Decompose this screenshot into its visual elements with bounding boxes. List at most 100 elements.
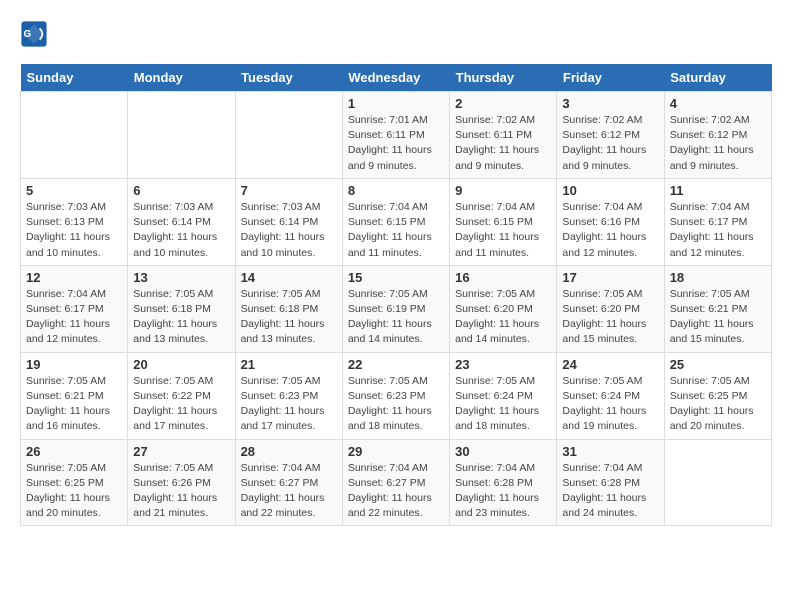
day-detail: Sunrise: 7:03 AMSunset: 6:14 PMDaylight:… <box>241 200 337 261</box>
day-number: 5 <box>26 183 122 198</box>
calendar-cell: 10 Sunrise: 7:04 AMSunset: 6:16 PMDayligh… <box>557 178 664 265</box>
calendar-table: SundayMondayTuesdayWednesdayThursdayFrid… <box>20 64 772 526</box>
day-detail: Sunrise: 7:03 AMSunset: 6:13 PMDaylight:… <box>26 200 122 261</box>
day-detail: Sunrise: 7:05 AMSunset: 6:20 PMDaylight:… <box>455 287 551 348</box>
day-detail: Sunrise: 7:05 AMSunset: 6:18 PMDaylight:… <box>133 287 229 348</box>
day-number: 12 <box>26 270 122 285</box>
calendar-cell: 20Sunrise: 7:05 AMSunset: 6:22 PMDayligh… <box>128 352 235 439</box>
calendar-cell <box>664 439 771 526</box>
day-number: 23 <box>455 357 551 372</box>
day-number: 4 <box>670 96 766 111</box>
weekday-header-wednesday: Wednesday <box>342 64 449 92</box>
calendar-cell: 31 Sunrise: 7:04 AMSunset: 6:28 PMDayligh… <box>557 439 664 526</box>
day-detail: Sunrise: 7:05 AMSunset: 6:21 PMDaylight:… <box>670 287 766 348</box>
day-detail: Sunrise: 7:04 AMSunset: 6:15 PMDaylight:… <box>455 200 551 261</box>
day-number: 6 <box>133 183 229 198</box>
calendar-cell: 25Sunrise: 7:05 AMSunset: 6:25 PMDayligh… <box>664 352 771 439</box>
weekday-header-monday: Monday <box>128 64 235 92</box>
calendar-cell: 22 Sunrise: 7:05 AMSunset: 6:23 PMDayligh… <box>342 352 449 439</box>
day-detail: Sunrise: 7:02 AMSunset: 6:12 PMDaylight:… <box>562 113 658 174</box>
calendar-cell: 21Sunrise: 7:05 AMSunset: 6:23 PMDayligh… <box>235 352 342 439</box>
day-detail: Sunrise: 7:05 AMSunset: 6:26 PMDaylight:… <box>133 461 229 522</box>
calendar-week-1: 1 Sunrise: 7:01 AMSunset: 6:11 PMDaylight… <box>21 92 772 179</box>
day-number: 2 <box>455 96 551 111</box>
weekday-header-sunday: Sunday <box>21 64 128 92</box>
day-detail: Sunrise: 7:04 AMSunset: 6:15 PMDaylight:… <box>348 200 444 261</box>
day-detail: Sunrise: 7:05 AMSunset: 6:19 PMDaylight:… <box>348 287 444 348</box>
calendar-cell: 12 Sunrise: 7:04 AMSunset: 6:17 PMDayligh… <box>21 265 128 352</box>
day-detail: Sunrise: 7:03 AMSunset: 6:14 PMDaylight:… <box>133 200 229 261</box>
day-number: 21 <box>241 357 337 372</box>
day-number: 27 <box>133 444 229 459</box>
day-number: 18 <box>670 270 766 285</box>
calendar-cell: 19 Sunrise: 7:05 AMSunset: 6:21 PMDayligh… <box>21 352 128 439</box>
calendar-cell: 24 Sunrise: 7:05 AMSunset: 6:24 PMDayligh… <box>557 352 664 439</box>
day-detail: Sunrise: 7:04 AMSunset: 6:28 PMDaylight:… <box>562 461 658 522</box>
day-number: 3 <box>562 96 658 111</box>
weekday-header-thursday: Thursday <box>450 64 557 92</box>
calendar-cell: 5 Sunrise: 7:03 AMSunset: 6:13 PMDaylight… <box>21 178 128 265</box>
day-number: 29 <box>348 444 444 459</box>
day-detail: Sunrise: 7:04 AMSunset: 6:27 PMDaylight:… <box>348 461 444 522</box>
day-detail: Sunrise: 7:04 AMSunset: 6:17 PMDaylight:… <box>670 200 766 261</box>
calendar-cell: 29 Sunrise: 7:04 AMSunset: 6:27 PMDayligh… <box>342 439 449 526</box>
day-number: 15 <box>348 270 444 285</box>
calendar-cell: 18 Sunrise: 7:05 AMSunset: 6:21 PMDayligh… <box>664 265 771 352</box>
calendar-cell: 13Sunrise: 7:05 AMSunset: 6:18 PMDayligh… <box>128 265 235 352</box>
day-number: 10 <box>562 183 658 198</box>
calendar-cell: 26 Sunrise: 7:05 AMSunset: 6:25 PMDayligh… <box>21 439 128 526</box>
page-header: G <box>20 20 772 48</box>
day-number: 11 <box>670 183 766 198</box>
calendar-cell <box>21 92 128 179</box>
day-detail: Sunrise: 7:05 AMSunset: 6:22 PMDaylight:… <box>133 374 229 435</box>
day-detail: Sunrise: 7:05 AMSunset: 6:24 PMDaylight:… <box>562 374 658 435</box>
day-detail: Sunrise: 7:02 AMSunset: 6:12 PMDaylight:… <box>670 113 766 174</box>
day-number: 19 <box>26 357 122 372</box>
calendar-cell: 16 Sunrise: 7:05 AMSunset: 6:20 PMDayligh… <box>450 265 557 352</box>
calendar-cell: 15 Sunrise: 7:05 AMSunset: 6:19 PMDayligh… <box>342 265 449 352</box>
day-detail: Sunrise: 7:04 AMSunset: 6:16 PMDaylight:… <box>562 200 658 261</box>
calendar-cell: 3 Sunrise: 7:02 AMSunset: 6:12 PMDaylight… <box>557 92 664 179</box>
day-detail: Sunrise: 7:05 AMSunset: 6:25 PMDaylight:… <box>670 374 766 435</box>
day-number: 17 <box>562 270 658 285</box>
calendar-week-5: 26 Sunrise: 7:05 AMSunset: 6:25 PMDayligh… <box>21 439 772 526</box>
day-detail: Sunrise: 7:04 AMSunset: 6:27 PMDaylight:… <box>241 461 337 522</box>
weekday-header-saturday: Saturday <box>664 64 771 92</box>
day-detail: Sunrise: 7:05 AMSunset: 6:21 PMDaylight:… <box>26 374 122 435</box>
calendar-cell: 28 Sunrise: 7:04 AMSunset: 6:27 PMDayligh… <box>235 439 342 526</box>
day-number: 24 <box>562 357 658 372</box>
day-number: 9 <box>455 183 551 198</box>
weekday-header-row: SundayMondayTuesdayWednesdayThursdayFrid… <box>21 64 772 92</box>
day-number: 8 <box>348 183 444 198</box>
day-detail: Sunrise: 7:05 AMSunset: 6:25 PMDaylight:… <box>26 461 122 522</box>
calendar-cell: 14Sunrise: 7:05 AMSunset: 6:18 PMDayligh… <box>235 265 342 352</box>
calendar-cell: 8 Sunrise: 7:04 AMSunset: 6:15 PMDaylight… <box>342 178 449 265</box>
day-number: 31 <box>562 444 658 459</box>
day-detail: Sunrise: 7:04 AMSunset: 6:17 PMDaylight:… <box>26 287 122 348</box>
weekday-header-friday: Friday <box>557 64 664 92</box>
day-number: 1 <box>348 96 444 111</box>
day-number: 16 <box>455 270 551 285</box>
logo-icon: G <box>20 20 48 48</box>
day-detail: Sunrise: 7:02 AMSunset: 6:11 PMDaylight:… <box>455 113 551 174</box>
day-detail: Sunrise: 7:05 AMSunset: 6:20 PMDaylight:… <box>562 287 658 348</box>
calendar-cell: 1 Sunrise: 7:01 AMSunset: 6:11 PMDaylight… <box>342 92 449 179</box>
calendar-week-2: 5 Sunrise: 7:03 AMSunset: 6:13 PMDaylight… <box>21 178 772 265</box>
day-number: 22 <box>348 357 444 372</box>
day-number: 7 <box>241 183 337 198</box>
day-number: 28 <box>241 444 337 459</box>
day-detail: Sunrise: 7:05 AMSunset: 6:23 PMDaylight:… <box>348 374 444 435</box>
day-detail: Sunrise: 7:05 AMSunset: 6:24 PMDaylight:… <box>455 374 551 435</box>
calendar-cell: 30Sunrise: 7:04 AMSunset: 6:28 PMDayligh… <box>450 439 557 526</box>
calendar-cell: 4 Sunrise: 7:02 AMSunset: 6:12 PMDaylight… <box>664 92 771 179</box>
calendar-cell: 9 Sunrise: 7:04 AMSunset: 6:15 PMDaylight… <box>450 178 557 265</box>
calendar-cell: 27 Sunrise: 7:05 AMSunset: 6:26 PMDayligh… <box>128 439 235 526</box>
day-number: 26 <box>26 444 122 459</box>
calendar-cell: 11 Sunrise: 7:04 AMSunset: 6:17 PMDayligh… <box>664 178 771 265</box>
day-detail: Sunrise: 7:01 AMSunset: 6:11 PMDaylight:… <box>348 113 444 174</box>
logo: G <box>20 20 52 48</box>
svg-text:G: G <box>24 29 32 40</box>
day-detail: Sunrise: 7:04 AMSunset: 6:28 PMDaylight:… <box>455 461 551 522</box>
calendar-cell <box>128 92 235 179</box>
day-detail: Sunrise: 7:05 AMSunset: 6:18 PMDaylight:… <box>241 287 337 348</box>
